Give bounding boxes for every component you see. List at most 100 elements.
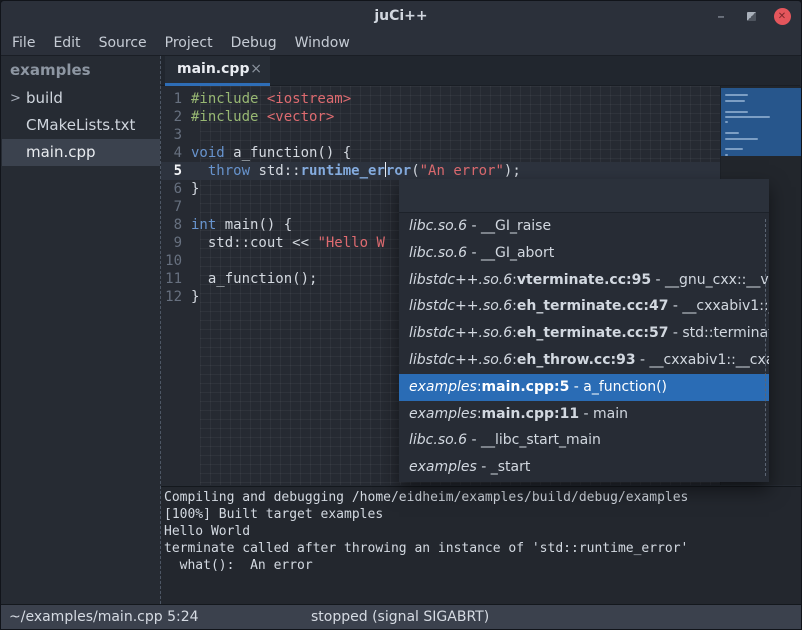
backtrace-row[interactable]: libc.so.6 - __libc_start_main [399, 427, 769, 454]
line-number: 7 [161, 198, 191, 216]
backtrace-lib: libstdc++.so.6 [409, 325, 512, 341]
maximize-button[interactable] [741, 1, 761, 31]
code-text: #include <vector> [191, 108, 334, 126]
menu-item-project[interactable]: Project [156, 31, 222, 55]
debug-status: stopped (signal SIGABRT) [311, 605, 489, 629]
backtrace-list: libc.so.6 - __GI_raiselibc.so.6 - __GI_a… [399, 213, 769, 481]
code-text: a_function(); [191, 270, 317, 288]
backtrace-lib: examples [409, 379, 477, 395]
backtrace-row[interactable]: libstdc++.so.6:vterminate.cc:95 - __gnu_… [399, 267, 769, 294]
backtrace-symbol: - _start [477, 459, 531, 475]
code-text: } [191, 288, 199, 306]
backtrace-file-line: main.cpp:11 [482, 406, 580, 422]
minimize-icon: – [717, 7, 725, 25]
token-kw: int [191, 217, 216, 233]
code-text: std::cout << "Hello W [191, 234, 385, 252]
terminal-line: what(): An error [164, 557, 802, 574]
code-line: 5 throw std::runtime_error("An error"); [161, 162, 720, 180]
backtrace-symbol: - std::terminate() [668, 325, 769, 341]
sidebar-item-label: build [26, 89, 63, 107]
code-line: 1#include <iostream> [161, 90, 720, 108]
backtrace-symbol: - __libc_start_main [467, 432, 601, 448]
menu-item-edit[interactable]: Edit [44, 31, 89, 55]
backtrace-symbol: - __cxxabiv1::__tern [668, 298, 769, 314]
token-kw: void [191, 145, 225, 161]
backtrace-lib: libc.so.6 [409, 218, 467, 234]
token-kw: throw [208, 163, 250, 179]
sidebar-resize-handle[interactable] [160, 56, 161, 604]
minimize-button[interactable]: – [711, 1, 731, 31]
menu-item-source[interactable]: Source [90, 31, 156, 55]
sidebar-item-main-cpp[interactable]: main.cpp [2, 139, 160, 166]
line-number: 8 [161, 216, 191, 234]
window: juCi++ – ✕ FileEditSourceProjectDebugWin… [0, 0, 802, 630]
token-def: a_function(); [191, 271, 317, 287]
backtrace-symbol: - __GI_raise [467, 218, 551, 234]
backtrace-file-line: eh_terminate.cc:57 [517, 325, 669, 341]
backtrace-row[interactable]: libstdc++.so.6:eh_terminate.cc:47 - __cx… [399, 293, 769, 320]
tab-main-cpp[interactable]: main.cpp × [165, 56, 270, 86]
backtrace-symbol: - __gnu_cxx::__verbos [651, 272, 769, 288]
backtrace-row[interactable]: examples - _start [399, 454, 769, 481]
backtrace-row[interactable]: libstdc++.so.6:eh_terminate.cc:57 - std:… [399, 320, 769, 347]
backtrace-symbol: - a_function() [569, 379, 667, 395]
token-type: runtime_er [301, 163, 385, 179]
maximize-icon [747, 12, 756, 21]
token-def: a_function() { [225, 145, 351, 161]
titlebar[interactable]: juCi++ – ✕ [1, 1, 801, 31]
terminal-line: [100%] Built target examples [164, 506, 802, 523]
backtrace-lib: libstdc++.so.6 [409, 298, 512, 314]
backtrace-lib: examples [409, 406, 477, 422]
backtrace-row[interactable]: libc.so.6 - __GI_abort [399, 240, 769, 267]
minimap-code-line [725, 111, 748, 113]
terminal-line: Hello World [164, 523, 802, 540]
minimap-code-line [725, 148, 743, 150]
token-str: <iostream> [267, 91, 351, 107]
menu-item-file[interactable]: File [3, 31, 44, 55]
token-def: main() { [216, 217, 292, 233]
code-text: int main() { [191, 216, 292, 234]
token-def: } [191, 289, 199, 305]
terminal-line: terminate called after throwing an insta… [164, 540, 802, 557]
code-line: 4void a_function() { [161, 144, 720, 162]
file-tree: > build CMakeLists.txtmain.cpp [2, 85, 160, 166]
backtrace-file-line: main.cpp:5 [482, 379, 570, 395]
file-tree-sidebar[interactable]: examples > build CMakeLists.txtmain.cpp [2, 56, 160, 604]
menu-item-debug[interactable]: Debug [222, 31, 286, 55]
backtrace-file-line: eh_throw.cc:93 [517, 352, 636, 368]
sidebar-item-cmakelists-txt[interactable]: CMakeLists.txt [2, 112, 160, 139]
backtrace-symbol: - __cxxabiv1::__cxa_thro [636, 352, 769, 368]
tab-close-icon[interactable]: × [250, 62, 262, 76]
line-number: 4 [161, 144, 191, 162]
line-number: 11 [161, 270, 191, 288]
backtrace-row[interactable]: examples:main.cpp:5 - a_function() [399, 374, 769, 401]
chevron-right-icon[interactable]: > [10, 85, 21, 112]
line-number: 12 [161, 288, 191, 306]
line-number: 3 [161, 126, 191, 144]
sidebar-item-build[interactable]: > build [2, 85, 160, 112]
tabbar: main.cpp × [161, 56, 800, 86]
window-title: juCi++ [1, 1, 801, 31]
backtrace-symbol: - __GI_abort [467, 245, 554, 261]
menu-item-window[interactable]: Window [286, 31, 359, 55]
token-def: std::cout << [191, 235, 317, 251]
close-icon: ✕ [774, 8, 791, 25]
backtrace-row[interactable]: examples:main.cpp:11 - main [399, 401, 769, 428]
terminal-line: Compiling and debugging /home/eidheim/ex… [164, 489, 802, 506]
token-def: } [191, 181, 199, 197]
token-str: "Hello W [317, 235, 384, 251]
terminal-output[interactable]: Compiling and debugging /home/eidheim/ex… [161, 486, 802, 606]
code-line: 3 [161, 126, 720, 144]
close-button[interactable]: ✕ [769, 1, 795, 31]
backtrace-popup-header [399, 179, 769, 213]
token-type: ror [386, 163, 411, 179]
minimap-code-line [725, 154, 728, 156]
minimap-slider[interactable] [721, 88, 802, 156]
backtrace-row[interactable]: libc.so.6 - __GI_raise [399, 213, 769, 240]
backtrace-row[interactable]: libstdc++.so.6:eh_throw.cc:93 - __cxxabi… [399, 347, 769, 374]
line-number: 10 [161, 252, 191, 270]
popup-scrollbar[interactable] [765, 219, 766, 476]
code-text: void a_function() { [191, 144, 351, 162]
project-name-header: examples [2, 56, 160, 85]
token-def: ( [411, 163, 419, 179]
